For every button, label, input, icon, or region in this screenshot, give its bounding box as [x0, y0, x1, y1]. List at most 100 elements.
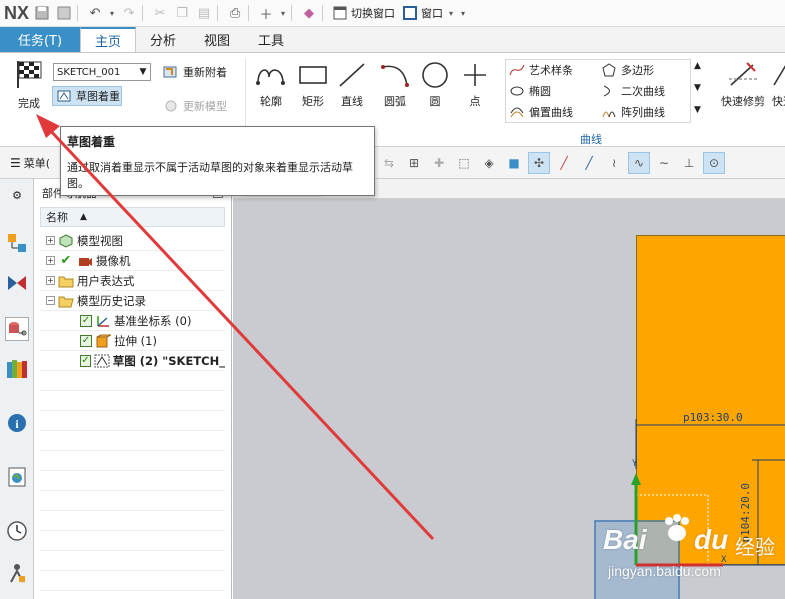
conic-button[interactable]: 二次曲线: [600, 83, 665, 99]
box-select-icon[interactable]: ⬚: [453, 152, 475, 174]
dropdown-icon[interactable]: ▾: [459, 4, 467, 22]
tab-home[interactable]: 主页: [80, 27, 137, 52]
tree-node-user-expressions[interactable]: + 用户表达式: [40, 271, 225, 291]
dropdown-icon[interactable]: ▾: [447, 4, 455, 22]
redo-icon[interactable]: ↷: [120, 4, 138, 22]
tree-node-extrude[interactable]: ✓ 拉伸 (1): [40, 331, 225, 351]
crosshair-icon[interactable]: ＋: [257, 4, 275, 23]
profile-tool-button[interactable]: 轮廓: [255, 61, 287, 109]
offset-curve-icon: [508, 104, 526, 120]
quick-trim-label: 快速修剪: [721, 95, 765, 108]
info-icon[interactable]: i: [5, 411, 29, 435]
collapse-icon[interactable]: −: [46, 296, 55, 305]
part-navigator-icon[interactable]: [5, 317, 29, 341]
copy-icon[interactable]: ❐: [173, 4, 191, 22]
pin-icon[interactable]: ✚: [428, 152, 450, 174]
finish-label: 完成: [18, 97, 40, 110]
filter-icon[interactable]: ⇆: [378, 152, 400, 174]
reuse-library-icon[interactable]: [5, 357, 29, 381]
expand-icon[interactable]: +: [46, 236, 55, 245]
tab-analysis[interactable]: 分析: [136, 27, 190, 52]
tree-node-model-views[interactable]: + 模型视图: [40, 231, 225, 251]
gallery-scroll-down-icon[interactable]: ▼: [694, 83, 701, 93]
folder-open-icon: [58, 294, 74, 308]
line-tool-button[interactable]: 直线: [336, 61, 368, 109]
gallery-expand-icon[interactable]: ▼: [694, 105, 701, 115]
finish-button[interactable]: 完成: [12, 59, 46, 111]
visibility-checkbox[interactable]: ✓: [80, 334, 92, 347]
curve-snap-icon[interactable]: ≀: [603, 152, 625, 174]
expand-icon[interactable]: +: [46, 256, 55, 265]
snap-point-icon[interactable]: ✣: [528, 151, 551, 174]
tree-node-model-history[interactable]: − 模型历史记录: [40, 291, 225, 311]
pattern-curve-button[interactable]: 阵列曲线: [600, 104, 665, 120]
settings-icon[interactable]: ⚙: [5, 183, 29, 207]
expand-icon[interactable]: +: [46, 276, 55, 285]
tab-tools[interactable]: 工具: [244, 27, 298, 52]
assembly-navigator-icon[interactable]: [5, 231, 29, 255]
cube-icon[interactable]: ■: [503, 152, 525, 174]
ellipse-button[interactable]: 椭圆: [508, 83, 551, 99]
arc-tool-button[interactable]: 圆弧: [379, 61, 411, 109]
point-tool-button[interactable]: 点: [459, 61, 491, 109]
tree-node-datum-csys[interactable]: ✓ 基准坐标系 (0): [40, 311, 225, 331]
undo-icon[interactable]: ↶: [86, 4, 104, 22]
spline-snap-icon[interactable]: ∿: [628, 151, 651, 174]
tree-node-label: 摄像机: [96, 253, 131, 268]
circle-tool-button[interactable]: 圆: [419, 61, 451, 109]
rectangle-tool-button[interactable]: 矩形: [297, 61, 329, 109]
menu-button[interactable]: ☰ 菜单(: [10, 155, 50, 171]
visibility-checkbox[interactable]: ✓: [80, 314, 92, 327]
tangent-icon[interactable]: ⊥: [678, 152, 700, 174]
dropdown-icon[interactable]: ▾: [279, 4, 287, 22]
history-icon[interactable]: [5, 519, 29, 543]
graphics-window[interactable]: p103:30.0 p104:20.0 Y X Bai du 经验 jingya…: [233, 179, 785, 599]
role-icon[interactable]: [5, 561, 29, 585]
studio-spline-button[interactable]: 艺术样条: [508, 62, 573, 78]
tree-node-label: 模型历史记录: [77, 293, 146, 308]
web-browser-icon[interactable]: [5, 465, 29, 489]
line-snap-icon[interactable]: ╱: [578, 152, 600, 174]
polygon-button[interactable]: 多边形: [600, 62, 654, 78]
dropdown-icon[interactable]: ▾: [108, 4, 116, 22]
column-header-name[interactable]: 名称 ▲: [40, 207, 225, 227]
tree-node-sketch[interactable]: ✓ 草图 (2) "SKETCH_: [40, 351, 225, 371]
list-item: [40, 371, 225, 391]
quick-trim-button[interactable]: 快速修剪: [718, 61, 768, 109]
quick-extend-button[interactable]: 快速: [772, 61, 785, 109]
paw-icon: [661, 513, 693, 545]
quick-extend-icon: [773, 65, 785, 86]
switch-window-icon[interactable]: [331, 4, 349, 22]
sketch-name-select[interactable]: SKETCH_001 ▼: [53, 63, 151, 81]
line-snap-icon[interactable]: ╱: [553, 152, 575, 174]
tab-task[interactable]: 任务(T): [0, 27, 80, 52]
switch-window-button[interactable]: 切换窗口: [351, 5, 395, 21]
ellipse-icon: [508, 83, 526, 99]
quick-trim-icon: [729, 62, 757, 86]
update-model-button[interactable]: 更新模型: [162, 98, 227, 114]
horizontal-dimension-label[interactable]: p103:30.0: [683, 411, 743, 424]
window-icon[interactable]: [401, 4, 419, 22]
select-icon[interactable]: ⊞: [403, 152, 425, 174]
cut-icon[interactable]: ✂: [151, 4, 169, 22]
visibility-checkbox[interactable]: ✓: [80, 354, 91, 367]
eraser-icon[interactable]: ◆: [300, 4, 318, 22]
center-snap-icon[interactable]: ⊙: [703, 151, 726, 174]
window-menu-button[interactable]: 窗口: [421, 5, 443, 21]
print-icon[interactable]: ⎙: [226, 4, 244, 22]
constraint-navigator-icon[interactable]: [5, 271, 29, 295]
save-icon[interactable]: [33, 4, 51, 22]
camera-icon: [77, 254, 93, 268]
conic-icon: [600, 83, 618, 99]
reorient-sketch-button[interactable]: 草图着重: [52, 86, 122, 106]
tree-node-cameras[interactable]: + ✔ 摄像机: [40, 251, 225, 271]
eraser-icon[interactable]: ◈: [478, 152, 500, 174]
watermark-brand-suffix: du: [694, 524, 729, 555]
save-all-icon[interactable]: [55, 4, 73, 22]
tab-view[interactable]: 视图: [190, 27, 244, 52]
gallery-scroll-up-icon[interactable]: ▲: [694, 61, 701, 71]
offset-curve-button[interactable]: 偏置曲线: [508, 104, 573, 120]
paste-icon[interactable]: ▤: [195, 4, 213, 22]
wave-icon[interactable]: ∼: [653, 152, 675, 174]
reattach-button[interactable]: 重新附着: [162, 64, 227, 80]
